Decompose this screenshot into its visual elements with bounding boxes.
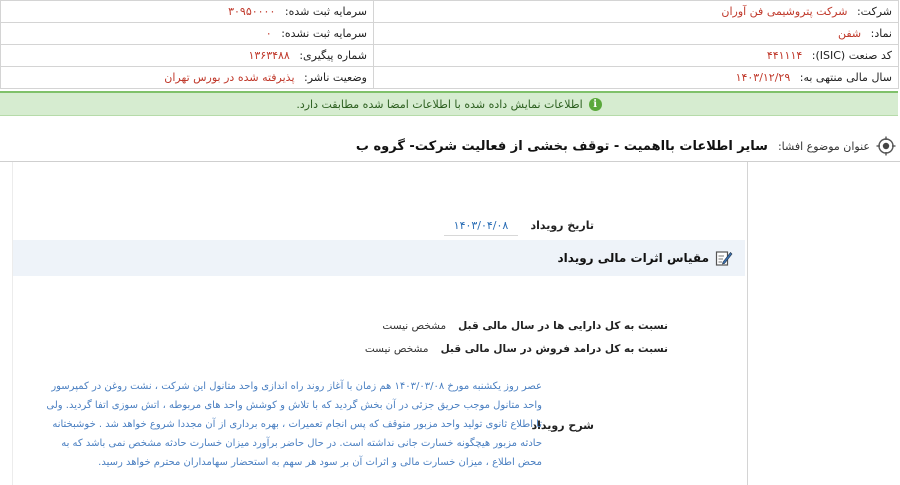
ratio-label: نسبت به کل درامد فروش در سال مالی قبل xyxy=(440,343,668,355)
financial-effects-title: مقیاس اثرات مالی رویداد xyxy=(557,251,709,265)
fiscal-label: سال مالی منتهی به: xyxy=(799,71,892,84)
symbol-link[interactable]: شفن xyxy=(838,27,861,40)
subject-label: عنوان موضوع افشا: xyxy=(777,139,870,153)
company-cell: شرکت: شرکت پتروشیمی فن آوران xyxy=(373,0,899,23)
event-date-value: ۱۴۰۳/۰۴/۰۸ xyxy=(444,217,518,236)
ratio-value: مشخص نیست xyxy=(364,343,429,355)
info-row: سال مالی منتهی به: ۱۴۰۳/۱۲/۲۹ وضعیت ناشر… xyxy=(0,66,899,89)
reg-capital-cell: سرمایه ثبت شده: ۳۰۹۵۰۰۰۰ xyxy=(0,0,374,23)
info-row: نماد: شفن سرمایه ثبت نشده: ۰ xyxy=(0,22,899,45)
financial-effects-header: مقیاس اثرات مالی رویداد xyxy=(13,240,745,276)
unreg-capital-cell: سرمایه ثبت نشده: ۰ xyxy=(0,22,374,45)
company-info-table: شرکت: شرکت پتروشیمی فن آوران سرمایه ثبت … xyxy=(0,0,899,89)
tracking-value: ۱۳۶۳۴۸۸ xyxy=(248,49,290,62)
description-text: عصر روز یکشنبه مورخ ۱۴۰۳/۰۳/۰۸ هم زمان ب… xyxy=(46,381,542,468)
edit-icon xyxy=(715,251,733,266)
status-value: پذیرفته شده در بورس تهران xyxy=(164,71,295,84)
ratio-label: نسبت به کل دارایی ها در سال مالی قبل xyxy=(458,320,668,332)
symbol-label: نماد: xyxy=(870,27,892,40)
info-row: شرکت: شرکت پتروشیمی فن آوران سرمایه ثبت … xyxy=(0,0,899,23)
unreg-capital-value: ۰ xyxy=(265,27,272,40)
ratio-row-assets: نسبت به کل دارایی ها در سال مالی قبل مشخ… xyxy=(382,320,668,332)
company-label: شرکت: xyxy=(856,5,892,18)
isic-cell: کد صنعت (ISIC): ۴۴۱۱۱۴ xyxy=(373,44,899,67)
subject-title: سایر اطلاعات بااهمیت - توقف بخشی از فعال… xyxy=(355,138,768,154)
fiscal-value: ۱۴۰۳/۱۲/۲۹ xyxy=(735,71,791,84)
symbol-cell: نماد: شفن xyxy=(373,22,899,45)
company-name: شرکت پتروشیمی فن آوران xyxy=(721,5,848,18)
reg-capital-value: ۳۰۹۵۰۰۰۰ xyxy=(228,5,276,18)
isic-label: کد صنعت (ISIC): xyxy=(811,49,892,62)
ratio-row-sales: نسبت به کل درامد فروش در سال مالی قبل مش… xyxy=(365,343,668,355)
fiscal-cell: سال مالی منتهی به: ۱۴۰۳/۱۲/۲۹ xyxy=(373,66,899,89)
event-date-label: تاریخ رویداد xyxy=(530,219,594,232)
unreg-capital-label: سرمایه ثبت نشده: xyxy=(281,27,367,40)
ratio-value: مشخص نیست xyxy=(382,320,447,332)
info-icon: i xyxy=(588,97,602,111)
notice-text: اطلاعات نمایش داده شده با اطلاعات امضا ش… xyxy=(296,97,583,111)
info-row: کد صنعت (ISIC): ۴۴۱۱۱۴ شماره پیگیری: ۱۳۶… xyxy=(0,44,899,67)
tracking-cell: شماره پیگیری: ۱۳۶۳۴۸۸ xyxy=(0,44,374,67)
tracking-label: شماره پیگیری: xyxy=(299,49,367,62)
status-cell: وضعیت ناشر: پذیرفته شده در بورس تهران xyxy=(0,66,374,89)
isic-value: ۴۴۱۱۱۴ xyxy=(766,49,803,62)
status-label: وضعیت ناشر: xyxy=(304,71,367,84)
reg-capital-label: سرمایه ثبت شده: xyxy=(284,5,367,18)
disclosure-subject: عنوان موضوع افشا: سایر اطلاعات بااهمیت -… xyxy=(356,134,896,158)
target-icon xyxy=(876,136,896,156)
verification-notice: i اطلاعات نمایش داده شده با اطلاعات امضا… xyxy=(0,91,898,116)
